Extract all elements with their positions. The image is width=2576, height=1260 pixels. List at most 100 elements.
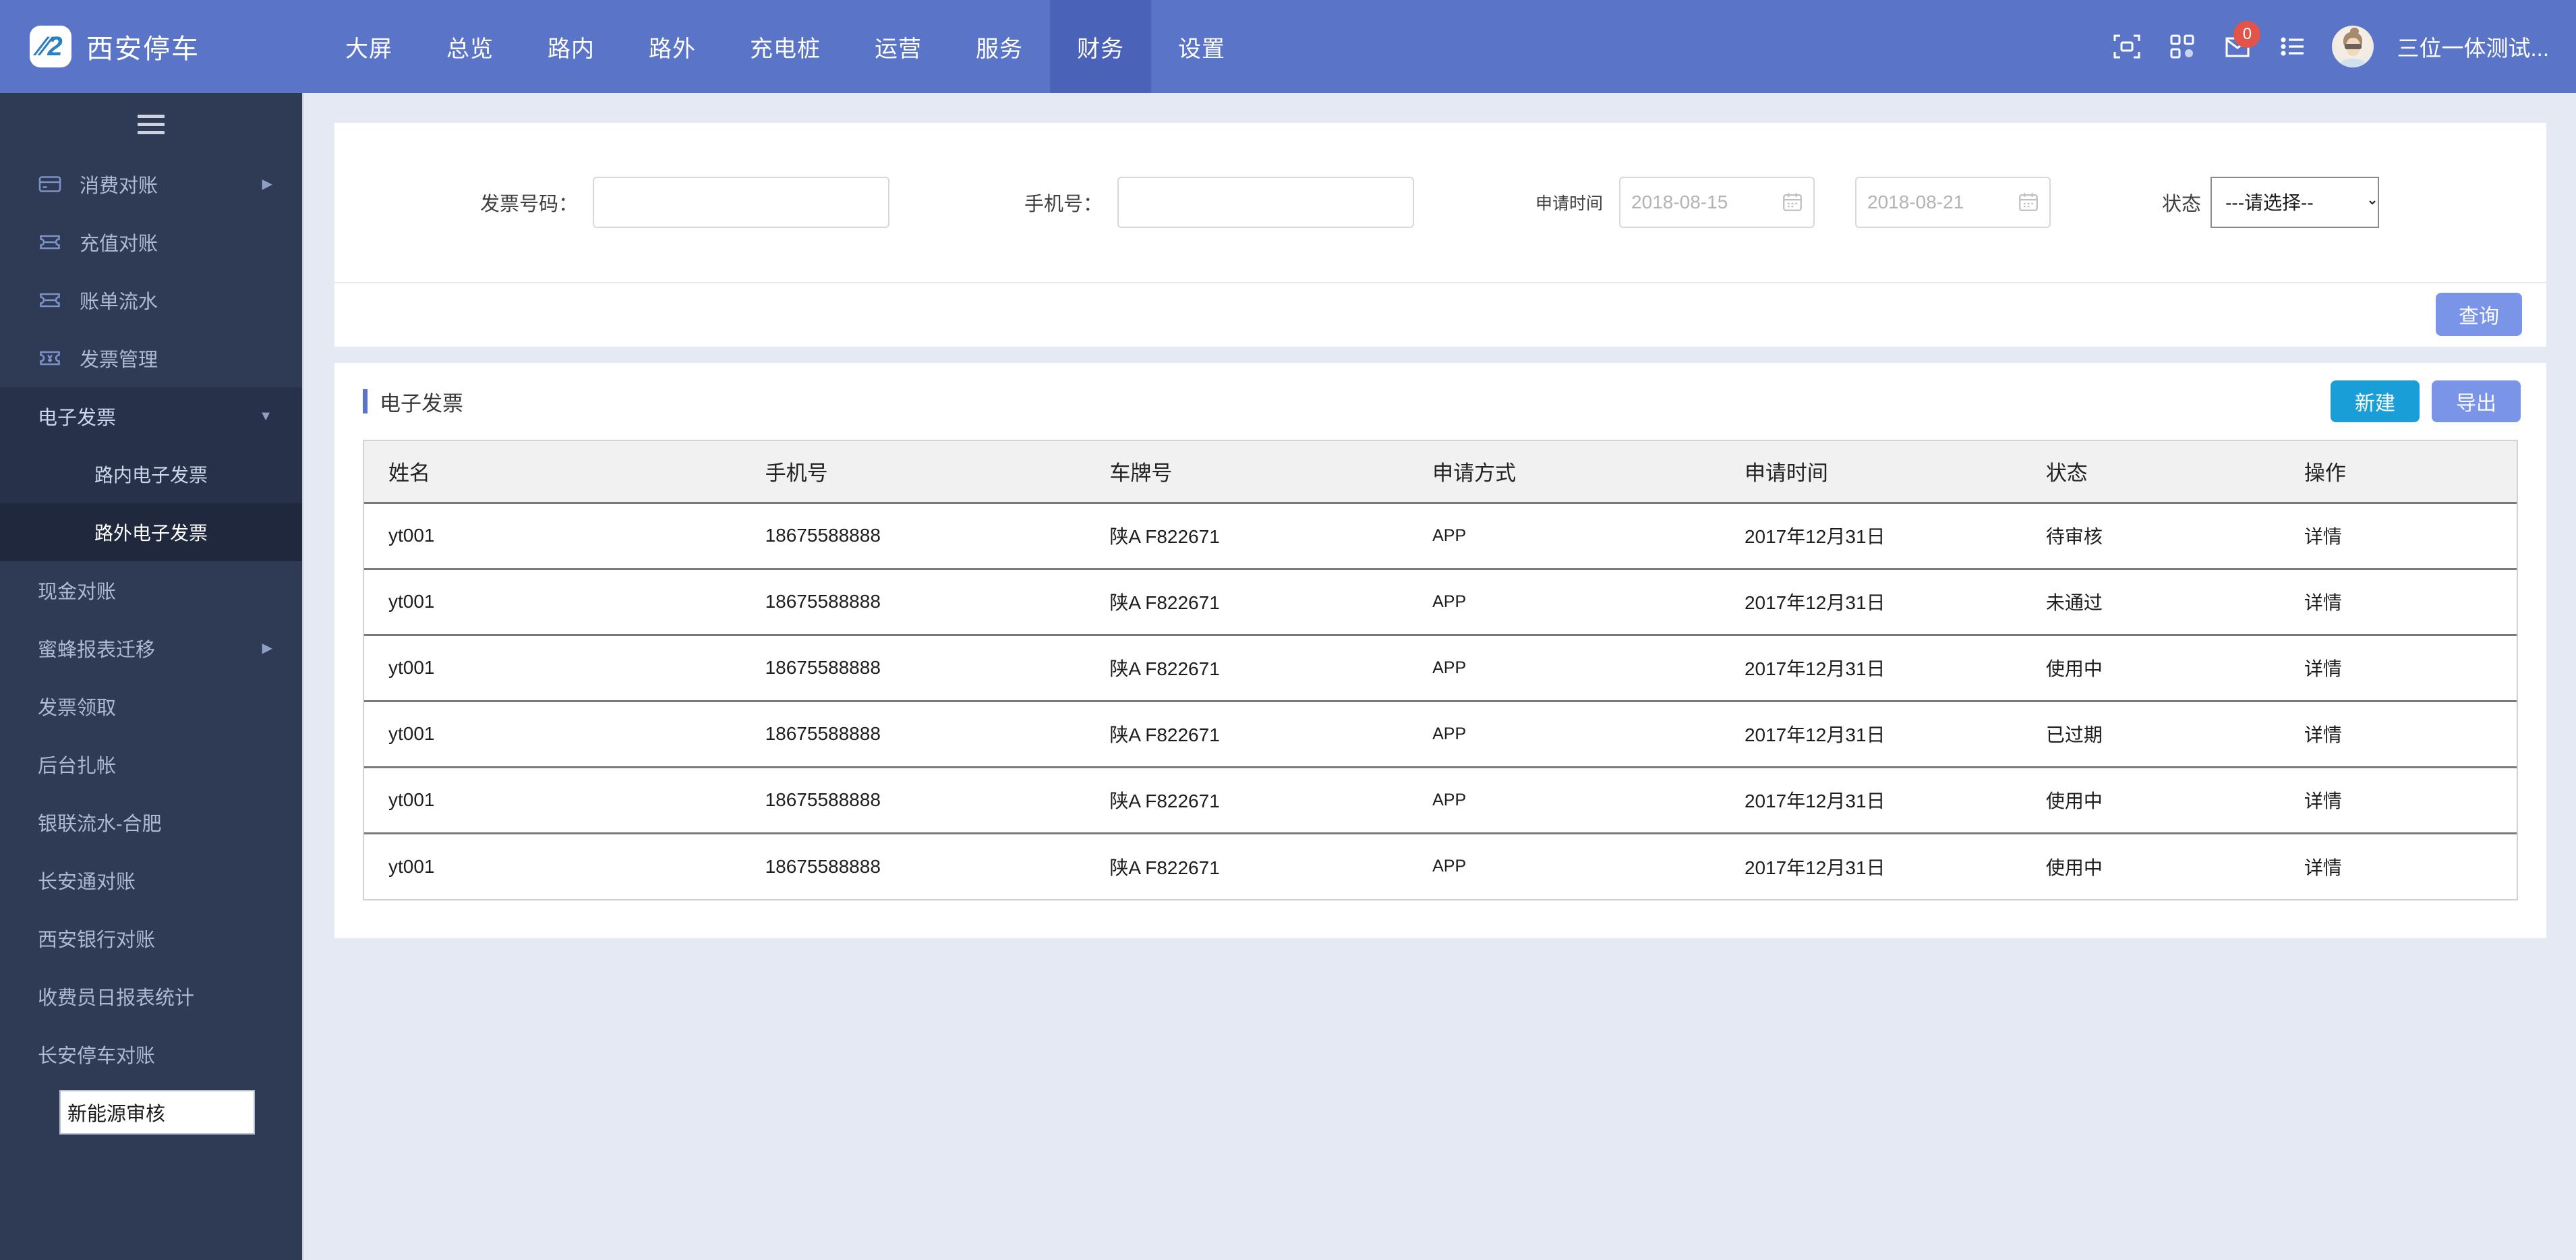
column-header-name[interactable]: 姓名 <box>364 440 741 504</box>
invoice-no-label: 发票号码： <box>480 194 579 215</box>
nav-item-caiwu[interactable]: 财务 <box>1050 0 1151 93</box>
date-end-wrap <box>1855 177 2051 228</box>
sidebar-item-invoice-claim[interactable]: 发票领取 <box>0 677 302 735</box>
table-row[interactable]: yt001 18675588888 陕A F822671 APP 2017年12… <box>364 833 2517 899</box>
nav-item-shezhi[interactable]: 设置 <box>1151 0 1252 93</box>
sidebar-item-off-street-einvoice[interactable]: 路外电子发票 <box>0 503 302 561</box>
main-navigation: 大屏 总览 路内 路外 充电桩 运营 服务 财务 设置 <box>318 0 1252 93</box>
cell-name: yt001 <box>364 767 741 834</box>
nav-item-yunying[interactable]: 运营 <box>848 0 949 93</box>
nav-item-dapin[interactable]: 大屏 <box>318 0 419 93</box>
sidebar-item-unionpay-flow-hefei[interactable]: 银联流水-合肥 <box>0 793 302 851</box>
column-header-status[interactable]: 状态 <box>2021 440 2280 504</box>
cell-time: 2017年12月31日 <box>1720 635 2022 702</box>
status-select[interactable]: ---请选择-- <box>2211 177 2380 228</box>
brand-area[interactable]: ⁄⁄2 西安停车 <box>0 26 283 67</box>
sidebar-item-collector-daily-report[interactable]: 收费员日报表统计 <box>0 967 302 1025</box>
status-badge: 已过期 <box>2021 701 2280 768</box>
page-title: 电子发票 <box>380 391 463 416</box>
date-start-input[interactable] <box>1619 177 1815 228</box>
main-content: 发票号码： 手机号： 申请时间 2018-08-15 2018-08-21 状态… <box>305 93 2576 1260</box>
table-row[interactable]: yt001 18675588888 陕A F822671 APP 2017年12… <box>364 569 2517 636</box>
sidebar-item-label: 现金对账 <box>38 581 117 603</box>
detail-link[interactable]: 详情 <box>2279 701 2517 768</box>
cell-phone: 18675588888 <box>740 767 1086 834</box>
sidebar-item-label: 西安银行对账 <box>38 929 156 951</box>
sidebar-item-backend-settlement[interactable]: 后台扎帐 <box>0 735 302 793</box>
nav-item-luwai[interactable]: 路外 <box>622 0 723 93</box>
cell-time: 2017年12月31日 <box>1720 569 2022 636</box>
sidebar-item-label: 电子发票 <box>38 407 117 429</box>
parking-logo-icon: ⁄⁄2 <box>30 26 71 67</box>
sidebar-menu-name-input[interactable] <box>59 1090 255 1135</box>
hamburger-menu-icon[interactable] <box>0 93 302 155</box>
table-row[interactable]: yt001 18675588888 陕A F822671 APP 2017年12… <box>364 635 2517 702</box>
sidebar-item-bill-flow[interactable]: 账单流水 <box>0 271 302 329</box>
list-menu-icon[interactable] <box>2277 30 2309 63</box>
card-icon <box>38 174 65 194</box>
detail-link[interactable]: 详情 <box>2280 833 2517 899</box>
apply-time-label: 申请时间 <box>1535 194 1604 213</box>
column-header-phone[interactable]: 手机号 <box>740 440 1086 504</box>
sidebar-item-bee-report-migration[interactable]: 蜜蜂报表迁移 ▶ <box>0 619 302 677</box>
panel-header: 电子发票 新建 导出 <box>334 363 2546 440</box>
sidebar-item-xian-bank-reconciliation[interactable]: 西安银行对账 <box>0 909 302 967</box>
date-end-input[interactable] <box>1855 177 2051 228</box>
cell-phone: 18675588888 <box>765 855 881 877</box>
sidebar-item-invoice-management[interactable]: 发票管理 <box>0 329 302 387</box>
sidebar-item-label: 账单流水 <box>80 291 158 313</box>
date-start-wrap <box>1619 177 1815 228</box>
cell-method: APP <box>1408 569 1720 636</box>
detail-link[interactable]: 详情 <box>2279 569 2517 636</box>
invoice-icon <box>38 348 65 368</box>
logo-glyph: ⁄⁄2 <box>38 32 63 61</box>
nav-item-zonglan[interactable]: 总览 <box>419 0 521 93</box>
column-header-plate[interactable]: 车牌号 <box>1085 440 1409 504</box>
cell-time: 2017年12月31日 <box>1744 857 1885 878</box>
nav-item-lunei[interactable]: 路内 <box>521 0 622 93</box>
cell-plate: 陕A F822671 <box>1085 569 1409 636</box>
export-button[interactable]: 导出 <box>2432 380 2521 422</box>
top-header-bar: ⁄⁄2 西安停车 大屏 总览 路内 路外 充电桩 运营 服务 财务 设置 0 三… <box>0 0 2576 93</box>
column-header-action[interactable]: 操作 <box>2279 440 2517 504</box>
message-envelope-icon[interactable]: 0 <box>2221 21 2261 63</box>
cell-phone: 18675588888 <box>740 701 1086 768</box>
table-row[interactable]: yt001 18675588888 陕A F822671 APP 2017年12… <box>364 767 2517 834</box>
new-button[interactable]: 新建 <box>2331 380 2420 422</box>
column-header-time[interactable]: 申请时间 <box>1720 440 2022 504</box>
table-row[interactable]: yt001 18675588888 陕A F822671 APP 2017年12… <box>364 503 2517 570</box>
cell-method: APP <box>1408 767 1720 834</box>
avatar[interactable] <box>2332 26 2374 67</box>
sidebar-item-changantong-reconciliation[interactable]: 长安通对账 <box>0 851 302 909</box>
cell-phone: 18675588888 <box>740 635 1086 702</box>
header-right-tools: 0 三位一体测试... <box>2111 21 2576 67</box>
username-label[interactable]: 三位一体测试... <box>2397 30 2549 63</box>
invoice-no-input[interactable] <box>593 177 890 228</box>
cell-method: APP <box>1408 503 1720 570</box>
sidebar-item-on-street-einvoice[interactable]: 路内电子发票 <box>0 445 302 503</box>
sidebar-item-label: 收费员日报表统计 <box>38 987 195 1009</box>
scan-qr-icon[interactable] <box>2111 30 2143 63</box>
query-button[interactable]: 查询 <box>2436 293 2522 336</box>
chevron-right-icon: ▶ <box>262 641 272 656</box>
detail-link[interactable]: 详情 <box>2279 503 2517 570</box>
brand-title: 西安停车 <box>86 34 200 64</box>
title-accent-bar <box>363 389 368 413</box>
detail-link[interactable]: 详情 <box>2279 635 2517 702</box>
cell-plate: 陕A F822671 <box>1085 503 1409 570</box>
grid-apps-icon[interactable] <box>2166 30 2198 63</box>
phone-input[interactable] <box>1117 177 1415 228</box>
sidebar-group-electronic-invoice[interactable]: 电子发票 ▼ <box>0 387 302 445</box>
detail-link[interactable]: 详情 <box>2279 767 2517 834</box>
sidebar-item-label: 长安通对账 <box>38 871 136 893</box>
sidebar-item-changan-parking-reconciliation[interactable]: 长安停车对账 <box>0 1025 302 1083</box>
nav-item-fuwu[interactable]: 服务 <box>949 0 1050 93</box>
cell-time: 2017年12月31日 <box>1720 767 2022 834</box>
sidebar-item-consumption-reconciliation[interactable]: 消费对账 ▶ <box>0 155 302 213</box>
table-row[interactable]: yt001 18675588888 陕A F822671 APP 2017年12… <box>364 701 2517 768</box>
sidebar-item-recharge-reconciliation[interactable]: 充值对账 <box>0 213 302 271</box>
column-header-method[interactable]: 申请方式 <box>1408 440 1720 504</box>
cell-time: 2017年12月31日 <box>1720 503 2022 570</box>
nav-item-chargepile[interactable]: 充电桩 <box>723 0 848 93</box>
sidebar-item-cash-reconciliation[interactable]: 现金对账 <box>0 561 302 619</box>
